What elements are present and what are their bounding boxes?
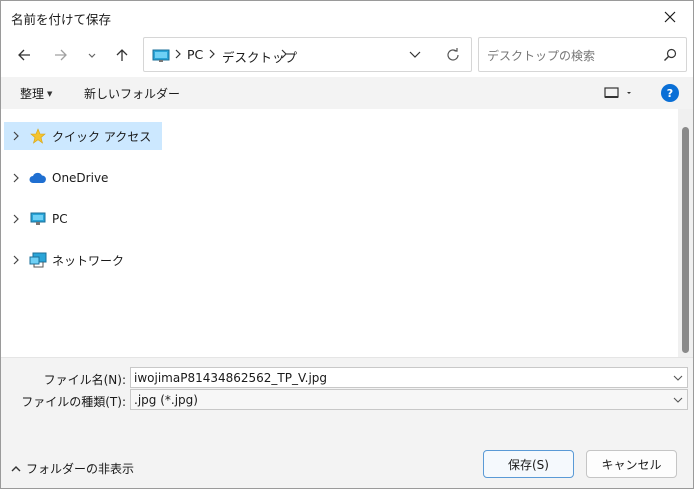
monitor-icon — [152, 49, 170, 62]
nav-item-onedrive[interactable]: OneDrive — [4, 164, 162, 192]
caret-down-icon: ▼ — [47, 90, 53, 98]
up-button[interactable] — [110, 43, 134, 67]
filetype-select[interactable]: .jpg (*.jpg) — [130, 389, 688, 410]
help-button[interactable]: ? — [661, 84, 679, 102]
nav-item-pc[interactable]: PC — [4, 205, 162, 233]
nav-item-label: PC — [52, 212, 68, 226]
view-button[interactable] — [604, 86, 632, 103]
nav-item-label: OneDrive — [52, 171, 109, 185]
view-layout-icon — [604, 87, 631, 98]
nav-item-quick-access[interactable]: クイック アクセス — [4, 122, 162, 150]
refresh-icon[interactable] — [445, 47, 461, 63]
nav-item-label: ネットワーク — [52, 253, 125, 268]
chevron-down-icon[interactable] — [408, 48, 422, 60]
browser-area: クイック アクセス OneDrive PC ネットワーク — [1, 109, 693, 357]
dialog-title: 名前を付けて保存 — [11, 12, 112, 27]
command-bar: 整理 ▼ 新しいフォルダー ? — [1, 77, 693, 109]
save-button[interactable]: 保存(S) — [483, 450, 574, 478]
forward-button[interactable] — [49, 43, 73, 67]
star-icon — [28, 128, 48, 144]
cancel-button[interactable]: キャンセル — [586, 450, 677, 478]
arrow-right-icon — [55, 49, 67, 61]
cloud-icon — [28, 170, 48, 186]
filename-field[interactable]: iwojimaP81434862562_TP_V.jpg — [130, 367, 688, 388]
chevron-right-icon[interactable] — [4, 173, 28, 183]
hide-folders-label: フォルダーの非表示 — [26, 462, 135, 476]
filetype-label: ファイルの種類(T): — [21, 395, 126, 409]
back-button[interactable] — [12, 43, 36, 67]
filename-value: iwojimaP81434862562_TP_V.jpg — [134, 371, 328, 385]
arrow-up-icon — [116, 49, 128, 61]
close-icon — [664, 11, 676, 23]
vertical-scrollbar[interactable] — [678, 109, 693, 357]
filetype-value: .jpg (*.jpg) — [134, 393, 198, 407]
save-as-dialog: 名前を付けて保存 PC デスクトップ デスクトップの検索 整理 ▼ 新しいフォル… — [0, 0, 694, 489]
network-icon — [28, 252, 48, 268]
monitor-icon — [28, 211, 48, 227]
close-button[interactable] — [647, 1, 693, 33]
organize-button[interactable]: 整理 ▼ — [20, 85, 52, 102]
chevron-down-icon[interactable] — [673, 374, 683, 382]
hide-folders-button[interactable]: フォルダーの非表示 — [11, 460, 134, 477]
search-box[interactable]: デスクトップの検索 — [478, 37, 687, 72]
chevron-right-icon[interactable] — [4, 214, 28, 224]
new-folder-button[interactable]: 新しいフォルダー — [84, 85, 180, 102]
chevron-down-icon — [88, 53, 96, 58]
nav-item-label: クイック アクセス — [52, 129, 152, 144]
scrollbar-thumb[interactable] — [682, 127, 689, 353]
search-icon — [664, 48, 677, 61]
chevron-right-icon[interactable] — [4, 131, 28, 141]
arrow-left-icon — [18, 49, 30, 61]
organize-label: 整理 — [20, 87, 45, 101]
filename-label: ファイル名(N): — [43, 373, 126, 387]
chevron-up-icon — [11, 465, 21, 471]
search-placeholder: デスクトップの検索 — [487, 49, 596, 63]
breadcrumb-pc[interactable]: PC — [187, 47, 203, 62]
save-options-panel: ファイル名(N): iwojimaP81434862562_TP_V.jpg フ… — [1, 357, 693, 488]
recent-locations-button[interactable] — [80, 43, 104, 67]
navigation-pane: クイック アクセス OneDrive PC ネットワーク — [1, 109, 164, 357]
file-list-pane[interactable] — [166, 109, 678, 357]
nav-item-network[interactable]: ネットワーク — [4, 246, 162, 274]
address-bar[interactable]: PC デスクトップ — [143, 37, 472, 72]
title-bar: 名前を付けて保存 — [1, 1, 693, 33]
chevron-right-icon — [209, 49, 215, 59]
chevron-right-icon — [281, 49, 287, 59]
chevron-right-icon[interactable] — [4, 255, 28, 265]
navigation-bar: PC デスクトップ デスクトップの検索 — [1, 33, 693, 77]
chevron-right-icon — [175, 49, 181, 59]
chevron-down-icon[interactable] — [673, 396, 683, 404]
